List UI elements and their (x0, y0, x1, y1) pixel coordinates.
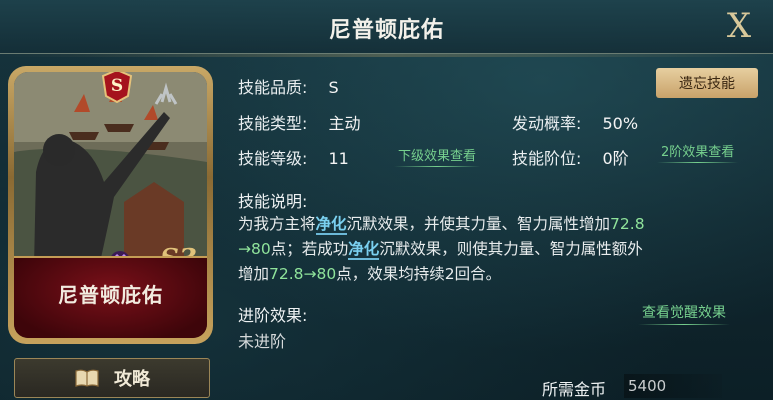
proc-value: 50% (602, 114, 639, 133)
description-label: 技能说明: (238, 192, 308, 211)
desc-text: 点；若成功 (270, 240, 349, 258)
stage-row: 技能阶位: 0阶 (512, 145, 629, 169)
type-label: 技能类型: (238, 114, 308, 133)
cost-label: 所需金币 (542, 380, 607, 399)
desc-text: 增加 (238, 265, 270, 283)
desc-text: 沉默效果，并使其力量、智力属性增加 (346, 215, 611, 233)
type-row: 技能类型: 主动 (238, 110, 361, 134)
rarity-badge: S (100, 72, 134, 104)
desc-number: →80 (238, 240, 271, 258)
advance-value: 未进阶 (238, 332, 287, 351)
keyword-purify[interactable]: 净化 (348, 240, 380, 260)
skill-card-inner: S S3 尼普顿庇佑 (14, 72, 207, 338)
desc-number: 72.8 (610, 215, 645, 233)
level-label: 技能等级: (238, 149, 308, 168)
description-line-3: 增加72.8→80点，效果均持续2回合。 (238, 262, 758, 287)
proc-row: 发动概率: 50% (512, 110, 638, 134)
desc-text: 沉默效果，则使其力量、智力属性额外 (379, 240, 643, 258)
guide-button-label: 攻略 (114, 369, 150, 390)
stage-label: 技能阶位: (512, 149, 582, 168)
advance-label: 进阶效果: (238, 306, 308, 325)
keyword-purify[interactable]: 净化 (315, 215, 347, 235)
skill-card: S S3 尼普顿庇佑 (8, 66, 213, 344)
cost-value: 5400 (624, 374, 722, 398)
desc-number: →80 (303, 265, 337, 283)
card-name: 尼普顿庇佑 (58, 283, 163, 307)
description-line-2: →80点；若成功净化沉默效果，则使其力量、智力属性额外 (238, 237, 758, 262)
type-value: 主动 (328, 114, 361, 133)
desc-text: 点，效果均持续2回合。 (336, 265, 502, 283)
proc-label: 发动概率: (512, 114, 582, 133)
lower-level-effect-link[interactable]: 下级效果查看 (393, 145, 481, 167)
header-bar: 尼普顿庇佑 X (0, 0, 773, 57)
book-icon (75, 369, 99, 387)
stage-value: 0阶 (602, 149, 629, 168)
quality-row: 技能品质: S (238, 74, 339, 98)
rarity-label: S (110, 76, 124, 96)
view-awaken-effect-link[interactable]: 查看觉醒效果 (638, 302, 730, 325)
level-row: 技能等级: 11 (238, 145, 349, 169)
guide-button[interactable]: 攻略 (14, 358, 210, 398)
quality-label: 技能品质: (238, 78, 308, 97)
forget-skill-button[interactable]: 遗忘技能 (656, 68, 758, 98)
stage2-effect-link[interactable]: 2阶效果查看 (656, 141, 739, 163)
description-line-1: 为我方主将净化沉默效果，并使其力量、智力属性增加72.8 (238, 212, 758, 237)
skill-description: 为我方主将净化沉默效果，并使其力量、智力属性增加72.8 →80点；若成功净化沉… (238, 212, 758, 287)
page-title: 尼普顿庇佑 (328, 18, 444, 43)
desc-text: 为我方主将 (238, 215, 316, 233)
quality-value: S (328, 78, 339, 97)
level-value: 11 (328, 149, 349, 168)
close-button[interactable]: X (719, 6, 759, 46)
desc-number: 72.8 (269, 265, 304, 283)
